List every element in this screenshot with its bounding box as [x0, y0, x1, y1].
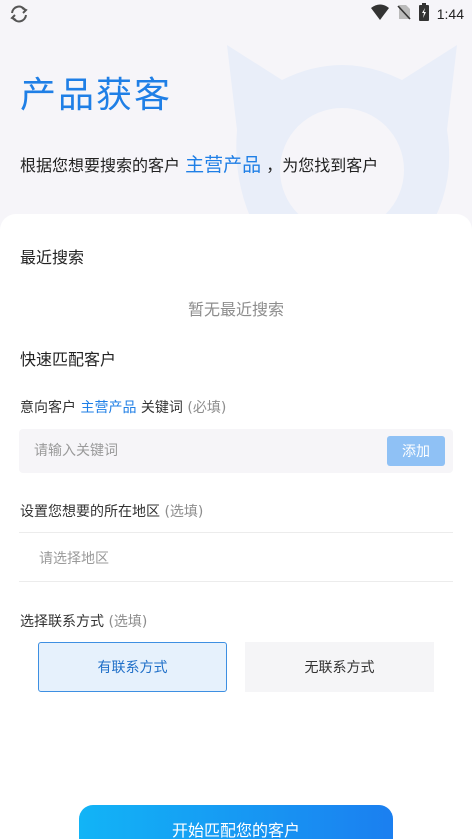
contact-label: 选择联系方式 (选填) — [20, 611, 147, 631]
battery-charging-icon — [418, 3, 429, 25]
recent-search-empty: 暂无最近搜索 — [187, 300, 284, 319]
sync-icon — [8, 4, 30, 24]
hero-subtitle-highlight: 主营产品 — [185, 154, 262, 176]
region-placeholder: 请选择地区 — [39, 551, 109, 567]
region-label: 设置您想要的所在地区 (选填) — [20, 501, 203, 521]
keyword-label-after: 关键词 — [140, 400, 183, 416]
contact-option-with[interactable]: 有联系方式 — [38, 642, 227, 692]
quick-match-title: 快速匹配客户 — [20, 350, 117, 369]
wifi-icon — [370, 4, 389, 24]
keyword-label-highlight: 主营产品 — [80, 400, 137, 416]
hero-subtitle: 根据您想要搜索的客户 主营产品 ，为您找到客户 — [20, 150, 378, 177]
status-bar: 1:44 — [0, 0, 472, 28]
contact-label-text: 选择联系方式 — [20, 614, 104, 630]
cat-logo-watermark-icon — [227, 45, 457, 240]
status-time: 1:44 — [436, 6, 464, 22]
no-sim-icon — [397, 4, 411, 24]
region-select[interactable]: 请选择地区 — [19, 532, 453, 582]
search-card: 最近搜索 暂无最近搜索 快速匹配客户 意向客户 主营产品 关键词 (必填) 添加… — [0, 214, 472, 839]
keyword-label: 意向客户 主营产品 关键词 (必填) — [20, 397, 226, 417]
keyword-input[interactable] — [34, 429, 374, 473]
keyword-input-row: 添加 — [19, 429, 453, 473]
region-label-text: 设置您想要的所在地区 — [20, 504, 160, 520]
page-title: 产品获客 — [20, 75, 173, 116]
contact-option-without[interactable]: 无联系方式 — [245, 642, 434, 692]
contact-label-note: (选填) — [108, 614, 148, 630]
recent-search-title: 最近搜索 — [20, 248, 85, 267]
hero-subtitle-before: 根据您想要搜索的客户 — [20, 156, 181, 175]
region-label-note: (选填) — [164, 504, 204, 520]
start-match-button[interactable]: 开始匹配您的客户 — [79, 805, 393, 839]
keyword-label-before: 意向客户 — [20, 400, 76, 416]
add-keyword-button[interactable]: 添加 — [387, 436, 445, 466]
keyword-label-note: (必填) — [187, 400, 227, 416]
hero-subtitle-after: ，为您找到客户 — [266, 156, 379, 175]
